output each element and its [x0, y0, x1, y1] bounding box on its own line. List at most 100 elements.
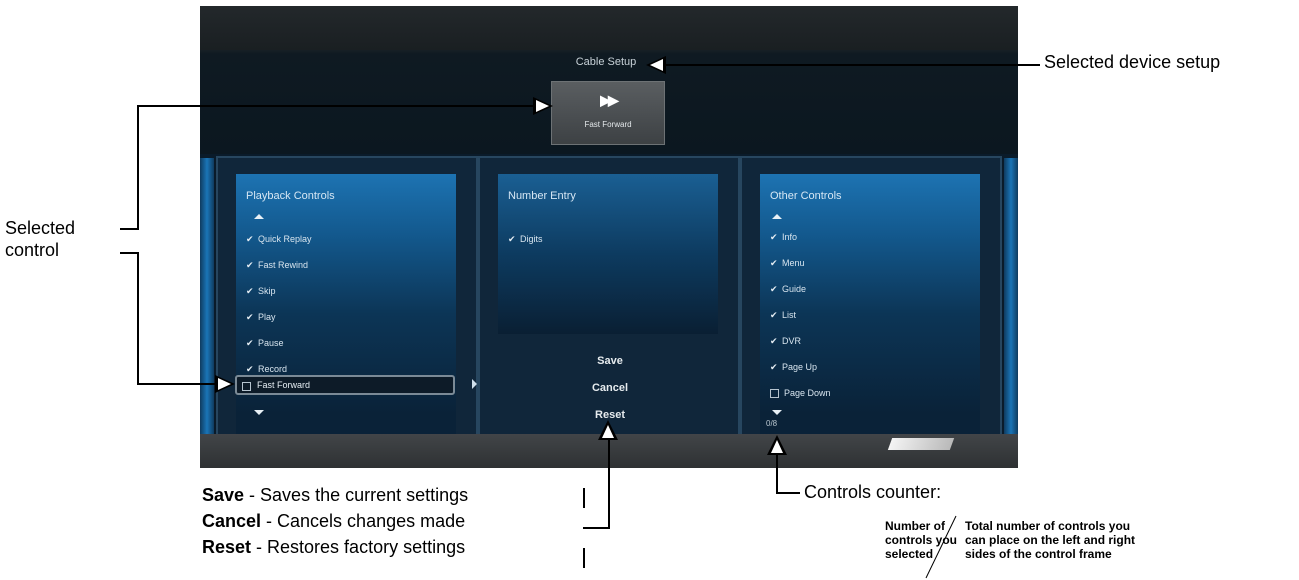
controls-counter: 0/8 — [766, 419, 778, 428]
check-icon: ✔ — [246, 260, 254, 270]
check-icon: ✔ — [770, 232, 778, 242]
bose-logo — [887, 438, 955, 450]
legend-cancel: Cancel - Cancels changes made — [202, 511, 465, 532]
list-item-label: Digits — [520, 234, 543, 244]
list-item-list[interactable]: ✔ List — [770, 310, 796, 321]
other-controls-list: Other Controls ✔ Info ✔ Menu ✔ Guide ✔ List … — [760, 174, 980, 434]
selected-control-label-line1: Selected — [5, 218, 76, 238]
callout-arrow-icon — [215, 375, 235, 393]
checkbox-icon — [770, 389, 779, 399]
callout-line — [137, 383, 217, 385]
list-item-quick-replay[interactable]: ✔ Quick Replay — [246, 234, 312, 245]
callout-line — [120, 252, 138, 254]
list-item-info[interactable]: ✔ Info — [770, 232, 797, 243]
list-item-label: DVR — [782, 336, 802, 346]
check-icon: ✔ — [246, 338, 254, 348]
list-item-record[interactable]: ✔ Record — [246, 364, 287, 375]
tv-screen: Cable Setup ▶▶ Fast Forward Playback Con… — [200, 6, 1018, 468]
left-frame-edge — [200, 158, 214, 438]
right-frame-edge — [1004, 158, 1018, 438]
legend-term: Cancel — [202, 511, 262, 531]
controls-counter-label: Controls counter: — [804, 482, 942, 502]
list-item-page-up[interactable]: ✔ Page Up — [770, 362, 817, 373]
playback-controls-list: Playback Controls ✔ Quick Replay ✔ Fast Re… — [236, 174, 456, 436]
callout-line — [776, 453, 778, 493]
panel-title: Playback Controls — [246, 190, 335, 202]
cancel-button[interactable]: Cancel — [580, 382, 640, 394]
other-controls-panel: Other Controls ✔ Info ✔ Menu ✔ Guide ✔ List … — [740, 156, 1002, 439]
legend-save: Save - Saves the current settings — [202, 485, 468, 506]
counter-divider-slash — [925, 515, 957, 579]
list-item-menu[interactable]: ✔ Menu — [770, 258, 805, 269]
fast-forward-icon: ▶▶ — [600, 92, 619, 108]
legend-reset: Reset - Restores factory settings — [202, 537, 465, 558]
check-icon: ✔ — [770, 310, 778, 320]
callout-line — [137, 105, 139, 230]
selected-control-tile-label: Fast Forward — [584, 120, 632, 129]
playback-controls-panel: Playback Controls ✔ Quick Replay ✔ Fast Re… — [216, 156, 478, 439]
check-icon: ✔ — [246, 234, 254, 244]
list-item-label: Pause — [258, 338, 284, 348]
check-icon: ✔ — [770, 284, 778, 294]
list-item-label: Fast Rewind — [258, 260, 309, 270]
list-item-guide[interactable]: ✔ Guide — [770, 284, 806, 295]
callout-line — [137, 252, 139, 384]
callout-line — [776, 492, 800, 494]
list-item-pause[interactable]: ✔ Pause — [246, 338, 284, 349]
list-item-skip[interactable]: ✔ Skip — [246, 286, 276, 297]
list-item-fast-rewind[interactable]: ✔ Fast Rewind — [246, 260, 308, 271]
list-item-play[interactable]: ✔ Play — [246, 312, 276, 323]
selected-control-tile[interactable]: ▶▶ Fast Forward — [551, 81, 665, 145]
list-item-label: Skip — [258, 286, 276, 296]
scroll-up-icon[interactable] — [254, 214, 264, 219]
list-item-label: Record — [258, 364, 288, 374]
legend-desc: - Cancels changes made — [261, 511, 466, 531]
selected-list-item-fast-forward[interactable]: Fast Forward — [235, 375, 455, 395]
number-entry-list: Number Entry ✔ Digits — [498, 174, 718, 334]
list-item-page-down[interactable]: Page Down — [770, 388, 831, 399]
checkbox-icon — [242, 382, 251, 391]
list-item-label: Page Down — [784, 388, 831, 398]
check-icon: ✔ — [508, 234, 516, 244]
check-icon: ✔ — [770, 258, 778, 268]
panel-title: Other Controls — [770, 190, 842, 202]
callout-arrow-icon — [598, 420, 618, 440]
legend-desc: - Saves the current settings — [244, 485, 469, 505]
screen-top-bar — [200, 6, 1018, 50]
list-item-label: Menu — [782, 258, 805, 268]
panel-title: Number Entry — [508, 190, 576, 202]
check-icon: ✔ — [770, 336, 778, 346]
list-item-label: Guide — [782, 284, 807, 294]
check-icon: ✔ — [246, 364, 254, 374]
note-line: Total number of controls you — [965, 519, 1131, 533]
scroll-up-icon[interactable] — [772, 214, 782, 219]
callout-line — [664, 64, 1040, 66]
list-item-label: List — [782, 310, 797, 320]
callout-line — [137, 105, 535, 107]
check-icon: ✔ — [246, 312, 254, 322]
note-line: can place on the left and right — [965, 533, 1136, 547]
scroll-down-icon[interactable] — [254, 410, 264, 415]
number-entry-panel: Number Entry ✔ Digits — [478, 156, 740, 439]
callout-line — [608, 438, 610, 529]
callout-line — [583, 527, 609, 529]
legend-desc: - Restores factory settings — [251, 537, 466, 557]
list-item-dvr[interactable]: ✔ DVR — [770, 336, 801, 347]
save-button[interactable]: Save — [580, 355, 640, 367]
selected-control-label-line2: control — [5, 240, 60, 260]
check-icon: ✔ — [770, 362, 778, 372]
legend-bar — [583, 488, 585, 508]
callout-arrow-icon — [533, 97, 553, 115]
check-icon: ✔ — [246, 286, 254, 296]
legend-term: Save — [202, 485, 245, 505]
callout-line — [120, 228, 138, 230]
list-item-label: Fast Forward — [257, 380, 311, 390]
callout-arrow-icon — [767, 435, 787, 455]
move-right-icon[interactable] — [472, 379, 477, 389]
list-item-label: Play — [258, 312, 276, 322]
legend-term: Reset — [202, 537, 252, 557]
list-item-digits[interactable]: ✔ Digits — [508, 234, 543, 245]
list-item-label: Quick Replay — [258, 234, 312, 244]
legend-bar — [583, 548, 585, 568]
scroll-down-icon[interactable] — [772, 410, 782, 415]
